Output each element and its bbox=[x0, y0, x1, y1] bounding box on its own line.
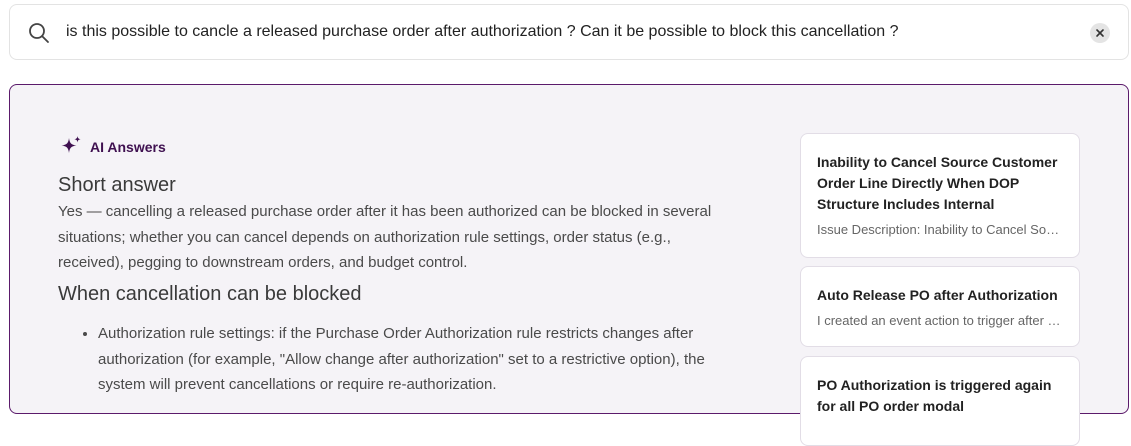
list-item: Authorization rule settings: if the Purc… bbox=[98, 321, 738, 398]
short-answer-heading: Short answer bbox=[58, 174, 176, 196]
source-card-snippet: Issue Description: Inability to Cancel S… bbox=[817, 222, 1063, 237]
source-card-title[interactable]: Auto Release PO after Authorization bbox=[817, 285, 1063, 306]
source-card-snippet: I created an event action to trigger aft… bbox=[817, 313, 1063, 328]
search-bar[interactable]: is this possible to cancle a released pu… bbox=[9, 4, 1129, 60]
ai-answer-panel: AI Answers Short answer Yes — cancelling… bbox=[9, 84, 1129, 446]
search-icon bbox=[28, 22, 50, 44]
ai-answers-header: AI Answers bbox=[59, 135, 166, 159]
ai-answers-label: AI Answers bbox=[90, 139, 166, 155]
blocked-heading: When cancellation can be blocked bbox=[58, 283, 362, 305]
search-input[interactable]: is this possible to cancle a released pu… bbox=[66, 23, 898, 41]
short-answer-text: Yes — cancelling a released purchase ord… bbox=[58, 203, 712, 271]
clear-search-button[interactable] bbox=[1090, 23, 1110, 43]
sparkle-icon bbox=[59, 135, 83, 159]
close-icon bbox=[1096, 29, 1104, 37]
source-card[interactable]: Auto Release PO after Authorization I cr… bbox=[800, 266, 1080, 347]
source-card-title[interactable]: PO Authorization is triggered again for … bbox=[817, 375, 1063, 417]
blocked-reasons-list: Authorization rule settings: if the Purc… bbox=[58, 321, 738, 398]
source-card[interactable]: PO Authorization is triggered again for … bbox=[800, 356, 1080, 446]
source-card[interactable]: Inability to Cancel Source Customer Orde… bbox=[800, 133, 1080, 258]
source-card-title[interactable]: Inability to Cancel Source Customer Orde… bbox=[817, 152, 1063, 215]
